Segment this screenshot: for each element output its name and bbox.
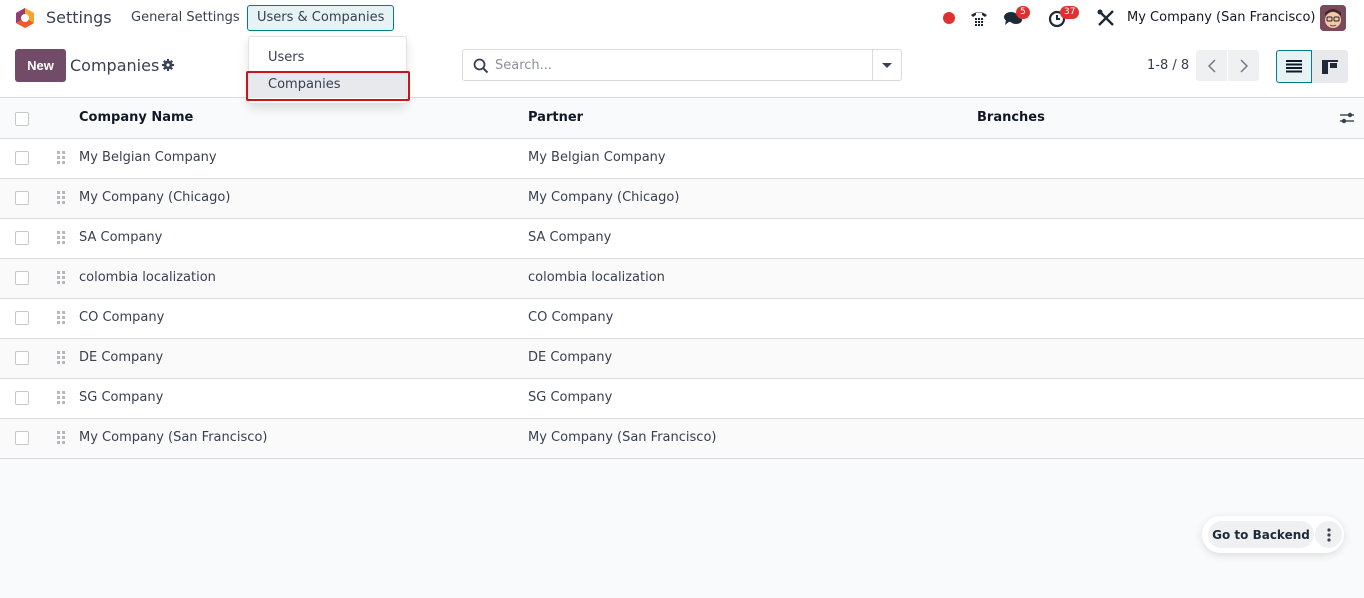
app-title[interactable]: Settings	[46, 8, 112, 27]
select-all-checkbox[interactable]	[15, 112, 29, 126]
drag-handle-icon[interactable]	[57, 191, 65, 205]
cell-company-name[interactable]: SG Company	[79, 390, 163, 405]
company-switcher[interactable]: My Company (San Francisco)	[1127, 10, 1315, 25]
cell-company-name[interactable]: My Belgian Company	[79, 150, 217, 165]
cell-company-name[interactable]: My Company (Chicago)	[79, 190, 230, 205]
list-view-button[interactable]	[1276, 50, 1312, 83]
more-options-button[interactable]	[1315, 521, 1342, 548]
drag-handle-icon[interactable]	[57, 391, 65, 405]
cell-partner[interactable]: My Company (Chicago)	[528, 190, 679, 205]
cell-company-name[interactable]: CO Company	[79, 310, 164, 325]
debug-tools-icon[interactable]	[1096, 8, 1116, 28]
cell-partner[interactable]: colombia localization	[528, 270, 665, 285]
row-select-checkbox[interactable]	[15, 311, 29, 325]
column-header-company-name[interactable]: Company Name	[79, 110, 193, 125]
drag-handle-icon[interactable]	[57, 271, 65, 285]
avatar-face-icon	[1320, 5, 1346, 31]
row-select-checkbox[interactable]	[15, 431, 29, 445]
table-header: Company Name Partner Branches	[0, 99, 1364, 139]
row-select-checkbox[interactable]	[15, 271, 29, 285]
optional-columns-toggle-icon[interactable]	[1339, 110, 1355, 126]
go-to-backend-widget: Go to Backend	[1202, 516, 1344, 553]
drag-handle-icon[interactable]	[57, 431, 65, 445]
caret-down-icon	[882, 62, 892, 68]
pager-value[interactable]: 1-8 / 8	[1147, 58, 1189, 73]
column-header-partner[interactable]: Partner	[528, 110, 583, 125]
chevron-right-icon	[1240, 59, 1248, 72]
search-icon	[473, 58, 489, 74]
companies-list-table: Company Name Partner Branches My Belgian…	[0, 99, 1364, 459]
activities-badge: 37	[1060, 6, 1080, 19]
messages-badge: 5	[1016, 6, 1030, 19]
table-row[interactable]: DE Company DE Company	[0, 339, 1364, 379]
cell-partner[interactable]: CO Company	[528, 310, 613, 325]
dropdown-item-users[interactable]: Users	[249, 45, 406, 71]
cell-company-name[interactable]: My Company (San Francisco)	[79, 430, 267, 445]
row-select-checkbox[interactable]	[15, 351, 29, 365]
kanban-view-icon	[1322, 59, 1338, 74]
table-row[interactable]: colombia localization colombia localizati…	[0, 259, 1364, 299]
row-select-checkbox[interactable]	[15, 231, 29, 245]
go-to-backend-button[interactable]: Go to Backend	[1208, 521, 1314, 548]
phone-icon[interactable]	[969, 8, 989, 28]
pager-next-button[interactable]	[1228, 50, 1259, 81]
table-row[interactable]: SA Company SA Company	[0, 219, 1364, 259]
users-companies-dropdown: Users Companies	[248, 36, 407, 104]
control-panel: New Companies 1-8 / 8	[0, 36, 1364, 98]
cell-partner[interactable]: SA Company	[528, 230, 611, 245]
chevron-left-icon	[1207, 59, 1215, 72]
drag-handle-icon[interactable]	[57, 351, 65, 365]
table-row[interactable]: SG Company SG Company	[0, 379, 1364, 419]
cell-partner[interactable]: My Belgian Company	[528, 150, 666, 165]
cell-company-name[interactable]: DE Company	[79, 350, 163, 365]
new-button[interactable]: New	[15, 49, 66, 82]
row-select-checkbox[interactable]	[15, 151, 29, 165]
cell-company-name[interactable]: colombia localization	[79, 270, 216, 285]
cell-partner[interactable]: SG Company	[528, 390, 612, 405]
pager-previous-button[interactable]	[1196, 50, 1227, 81]
drag-handle-icon[interactable]	[57, 151, 65, 165]
search-options-toggle[interactable]	[872, 50, 901, 80]
table-row[interactable]: My Belgian Company My Belgian Company	[0, 139, 1364, 179]
kebab-menu-icon	[1326, 527, 1331, 542]
menu-general-settings[interactable]: General Settings	[121, 5, 250, 31]
cell-partner[interactable]: DE Company	[528, 350, 612, 365]
page-title: Companies	[70, 56, 160, 75]
table-row[interactable]: My Company (San Francisco) My Company (Sa…	[0, 419, 1364, 459]
gear-icon[interactable]	[161, 58, 175, 72]
search-bar	[462, 49, 902, 81]
row-select-checkbox[interactable]	[15, 191, 29, 205]
column-header-branches[interactable]: Branches	[977, 110, 1045, 125]
search-input[interactable]	[495, 54, 895, 76]
list-view-icon	[1286, 60, 1302, 73]
cell-company-name[interactable]: SA Company	[79, 230, 162, 245]
user-avatar[interactable]	[1320, 5, 1346, 31]
cell-partner[interactable]: My Company (San Francisco)	[528, 430, 716, 445]
table-row[interactable]: My Company (Chicago) My Company (Chicago)	[0, 179, 1364, 219]
odoo-logo-icon[interactable]	[14, 7, 36, 29]
drag-handle-icon[interactable]	[57, 231, 65, 245]
menu-users-companies[interactable]: Users & Companies	[247, 5, 395, 31]
dropdown-item-companies[interactable]: Companies	[249, 72, 406, 98]
row-select-checkbox[interactable]	[15, 391, 29, 405]
recording-indicator-icon[interactable]	[943, 12, 955, 24]
top-navbar: Settings General Settings Users & Compan…	[0, 0, 1364, 36]
table-row[interactable]: CO Company CO Company	[0, 299, 1364, 339]
drag-handle-icon[interactable]	[57, 311, 65, 325]
kanban-view-button[interactable]	[1312, 50, 1348, 83]
